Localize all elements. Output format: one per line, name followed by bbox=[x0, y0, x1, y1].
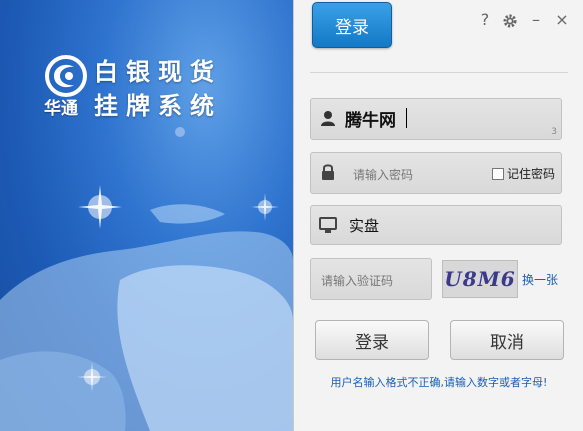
remember-password-label: 记住密码 bbox=[506, 167, 555, 181]
tab-login[interactable]: 登录 bbox=[312, 2, 392, 48]
password-field[interactable]: 请输入密码 记住密码 bbox=[310, 152, 562, 194]
captcha-text: U8M6 bbox=[444, 267, 516, 291]
username-length: 3 bbox=[551, 127, 557, 137]
login-window: 华通 白银现货 挂牌系统 登录 ? – × 腾牛网 3 请输入密码 记住密码 实… bbox=[0, 0, 583, 431]
brand-title-line1: 白银现货 bbox=[94, 58, 222, 86]
password-placeholder: 请输入密码 bbox=[353, 168, 414, 182]
account-type-value: 实盘 bbox=[349, 217, 380, 235]
text-caret bbox=[406, 108, 407, 128]
user-icon bbox=[321, 111, 335, 126]
username-value: 腾牛网 bbox=[345, 111, 396, 131]
login-button[interactable]: 登录 bbox=[315, 320, 429, 360]
minimize-button[interactable]: – bbox=[528, 10, 544, 29]
brand-title-line2: 挂牌系统 bbox=[94, 92, 222, 120]
cancel-button[interactable]: 取消 bbox=[450, 320, 564, 360]
monitor-icon bbox=[319, 217, 337, 233]
captcha-input[interactable]: 请输入验证码 bbox=[310, 258, 432, 300]
brand-panel: 华通 白银现货 挂牌系统 bbox=[0, 0, 293, 431]
status-message: 用户名输入格式不正确,请输入数字或者字母! bbox=[330, 376, 548, 389]
refresh-captcha-link[interactable]: 换一张 bbox=[522, 271, 558, 288]
account-type-select[interactable]: 实盘 bbox=[310, 205, 562, 245]
close-button[interactable]: × bbox=[554, 10, 570, 29]
remember-password-checkbox[interactable]: 记住密码 bbox=[491, 165, 555, 182]
lock-icon bbox=[322, 164, 334, 180]
captcha-image[interactable]: U8M6 bbox=[442, 260, 518, 298]
gear-icon[interactable] bbox=[502, 13, 518, 29]
checkbox-box[interactable] bbox=[491, 167, 504, 180]
brand-company-name: 华通 bbox=[44, 99, 78, 119]
header-divider bbox=[310, 72, 568, 73]
login-panel: 登录 ? – × 腾牛网 3 请输入密码 记住密码 实盘 请输入验证码 U8M6… bbox=[293, 0, 583, 431]
captcha-placeholder: 请输入验证码 bbox=[321, 274, 394, 288]
help-button[interactable]: ? bbox=[477, 10, 493, 29]
username-field[interactable]: 腾牛网 3 bbox=[310, 98, 562, 140]
